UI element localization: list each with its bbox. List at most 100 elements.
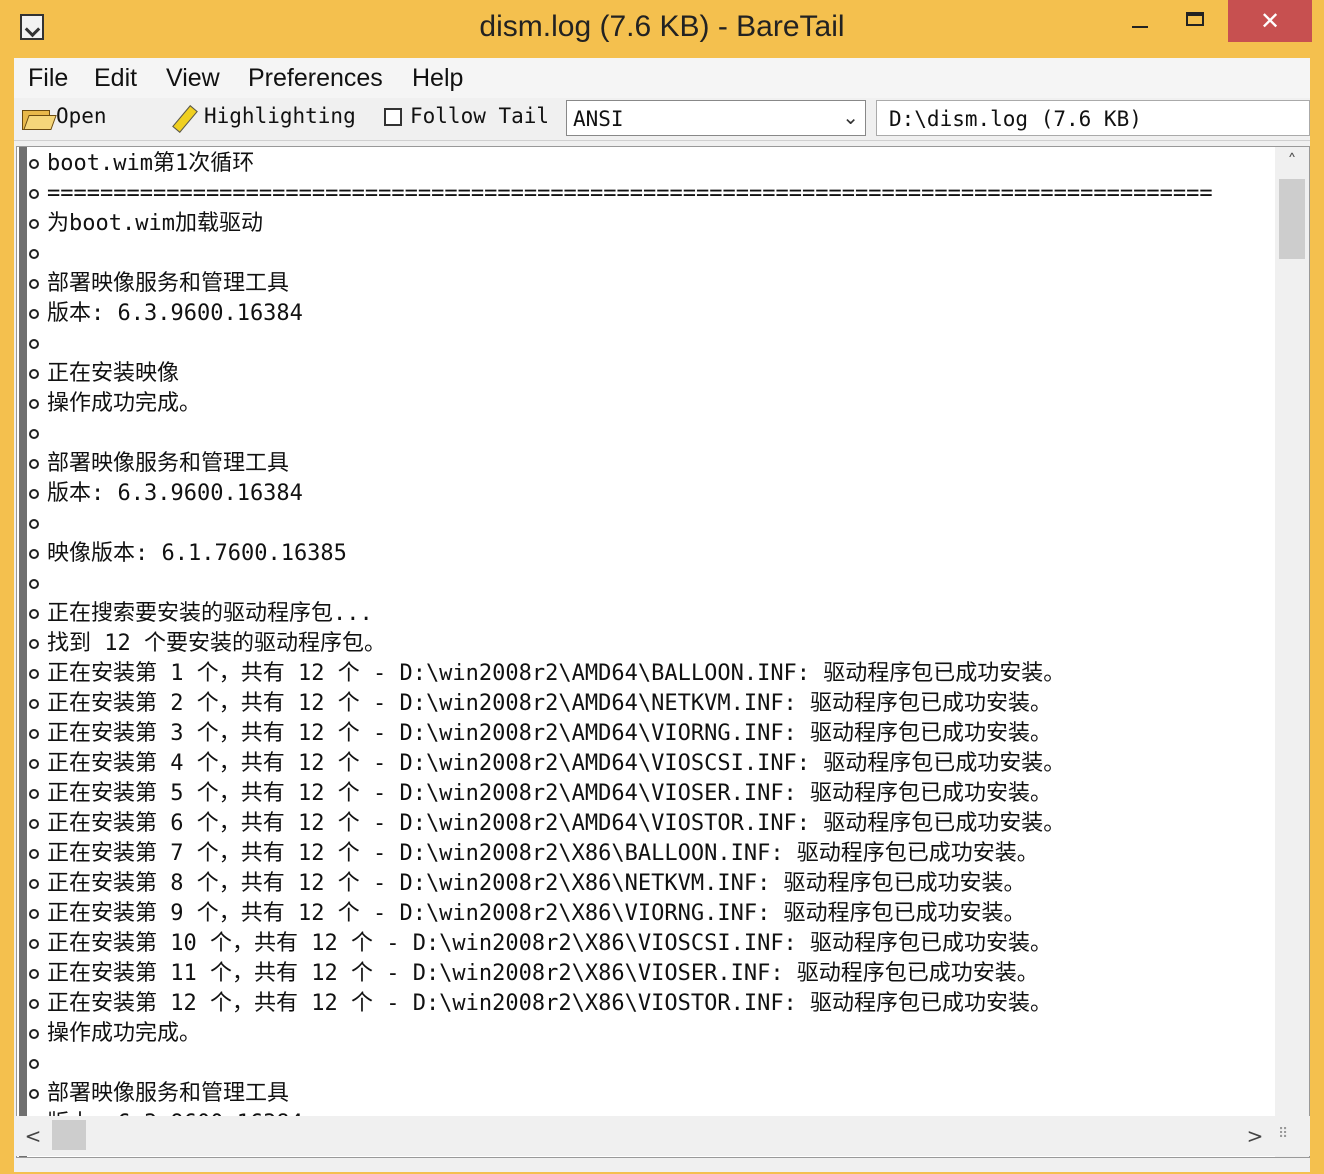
line-marker-icon[interactable] [29,1089,39,1099]
encoding-value: ANSI [573,107,624,131]
open-button[interactable]: Open [22,104,107,130]
menu-bar: File Edit View Preferences Help [14,58,1310,98]
scroll-left-icon[interactable]: < [16,1116,50,1156]
line-marker-icon[interactable] [29,429,39,439]
highlighting-button[interactable]: Highlighting [172,104,356,129]
file-path-field[interactable]: D:\dism.log (7.6 KB) [876,100,1310,136]
follow-tail-toggle[interactable]: Follow Tail [384,104,549,128]
log-line[interactable]: ========================================… [17,179,1275,209]
log-line[interactable]: 正在安装第 10 个，共有 12 个 - D:\win2008r2\X86\VI… [17,929,1275,959]
line-marker-icon[interactable] [29,399,39,409]
horizontal-scrollbar[interactable]: < > ⠿ [16,1116,1310,1156]
line-marker-icon[interactable] [29,369,39,379]
scroll-right-icon[interactable]: > [1238,1116,1272,1156]
log-line[interactable]: 正在安装第 11 个，共有 12 个 - D:\win2008r2\X86\VI… [17,959,1275,989]
line-marker-icon[interactable] [29,849,39,859]
line-marker-icon[interactable] [29,489,39,499]
log-line[interactable]: 正在安装第 8 个，共有 12 个 - D:\win2008r2\X86\NET… [17,869,1275,899]
line-marker-icon[interactable] [29,219,39,229]
log-line[interactable]: 正在安装第 9 个，共有 12 个 - D:\win2008r2\X86\VIO… [17,899,1275,929]
title-bar[interactable]: dism.log (7.6 KB) - BareTail ✕ [0,0,1324,58]
line-marker-icon[interactable] [29,1059,39,1069]
line-marker-icon[interactable] [29,249,39,259]
log-line[interactable]: 映像版本: 6.1.7600.16385 [17,539,1275,569]
log-line[interactable] [17,569,1275,599]
maximize-button[interactable] [1168,0,1224,40]
line-marker-icon[interactable] [29,549,39,559]
minimize-button[interactable] [1112,0,1168,40]
line-marker-icon[interactable] [29,579,39,589]
line-marker-icon[interactable] [29,279,39,289]
line-marker-icon[interactable] [29,999,39,1009]
vertical-scroll-thumb[interactable] [1279,179,1305,259]
line-marker-icon[interactable] [29,189,39,199]
open-label: Open [56,104,107,128]
line-marker-icon[interactable] [29,1029,39,1039]
vertical-scrollbar[interactable]: ˄ ˅ [1275,147,1309,1157]
log-line[interactable] [17,1049,1275,1079]
line-marker-icon[interactable] [29,759,39,769]
line-marker-icon[interactable] [29,939,39,949]
log-line[interactable]: 正在安装第 5 个，共有 12 个 - D:\win2008r2\AMD64\V… [17,779,1275,809]
log-line-text: 正在安装第 3 个，共有 12 个 - D:\win2008r2\AMD64\V… [47,721,1053,746]
line-marker-icon[interactable] [29,639,39,649]
menu-file[interactable]: File [28,64,68,93]
log-line[interactable]: 正在安装第 3 个，共有 12 个 - D:\win2008r2\AMD64\V… [17,719,1275,749]
line-marker-icon[interactable] [29,159,39,169]
line-marker-icon[interactable] [29,669,39,679]
log-line[interactable]: 正在安装第 7 个，共有 12 个 - D:\win2008r2\X86\BAL… [17,839,1275,869]
log-line-text: 找到 12 个要安装的驱动程序包。 [47,631,386,656]
log-line[interactable] [17,419,1275,449]
log-view[interactable]: boot.wim第1次循环 ===========================… [16,146,1310,1158]
menu-edit[interactable]: Edit [94,64,137,93]
log-line[interactable]: 操作成功完成。 [17,1019,1275,1049]
log-line[interactable]: 版本: 6.3.9600.16384 [17,479,1275,509]
log-line[interactable]: 正在安装映像 [17,359,1275,389]
log-line[interactable]: 为boot.wim加载驱动 [17,209,1275,239]
line-marker-icon[interactable] [29,909,39,919]
close-button[interactable]: ✕ [1228,0,1312,42]
baretail-window: dism.log (7.6 KB) - BareTail ✕ File Edit… [0,0,1324,1174]
menu-view[interactable]: View [166,64,220,93]
log-line-text: 操作成功完成。 [47,391,202,416]
log-line-text: 映像版本: 6.1.7600.16385 [47,541,347,566]
log-line[interactable]: 版本: 6.3.9600.16384 [17,299,1275,329]
log-line[interactable]: 正在安装第 2 个，共有 12 个 - D:\win2008r2\AMD64\N… [17,689,1275,719]
scroll-up-icon[interactable]: ˄ [1275,147,1309,177]
log-line[interactable]: 部署映像服务和管理工具 [17,449,1275,479]
log-line[interactable]: 正在搜索要安装的驱动程序包... [17,599,1275,629]
follow-tail-checkbox[interactable] [384,108,402,126]
line-marker-icon[interactable] [29,699,39,709]
line-marker-icon[interactable] [29,519,39,529]
resize-grip-icon[interactable]: ⠿ [1278,1126,1304,1152]
log-lines[interactable]: boot.wim第1次循环 ===========================… [17,147,1275,1157]
log-line[interactable]: 正在安装第 6 个，共有 12 个 - D:\win2008r2\AMD64\V… [17,809,1275,839]
encoding-select[interactable]: ANSI ⌄ [566,100,866,136]
log-line[interactable]: 部署映像服务和管理工具 [17,269,1275,299]
line-marker-icon[interactable] [29,729,39,739]
line-marker-icon[interactable] [29,879,39,889]
log-line[interactable]: 正在安装第 1 个，共有 12 个 - D:\win2008r2\AMD64\B… [17,659,1275,689]
line-marker-icon[interactable] [29,309,39,319]
log-line[interactable]: 部署映像服务和管理工具 [17,1079,1275,1109]
line-marker-icon[interactable] [29,609,39,619]
log-line[interactable]: 正在安装第 4 个，共有 12 个 - D:\win2008r2\AMD64\V… [17,749,1275,779]
log-line[interactable]: 找到 12 个要安装的驱动程序包。 [17,629,1275,659]
horizontal-scroll-thumb[interactable] [52,1120,86,1150]
menu-help[interactable]: Help [412,64,463,93]
line-marker-icon[interactable] [29,789,39,799]
menu-preferences[interactable]: Preferences [248,64,383,93]
chevron-down-icon[interactable]: ⌄ [842,105,859,129]
log-line[interactable] [17,239,1275,269]
line-marker-icon[interactable] [29,339,39,349]
log-line[interactable]: 正在安装第 12 个，共有 12 个 - D:\win2008r2\X86\VI… [17,989,1275,1019]
log-line-text: 操作成功完成。 [47,1021,202,1046]
line-marker-icon[interactable] [29,819,39,829]
highlighting-label: Highlighting [204,104,356,128]
log-line[interactable] [17,329,1275,359]
line-marker-icon[interactable] [29,459,39,469]
log-line[interactable]: boot.wim第1次循环 [17,149,1275,179]
log-line[interactable] [17,509,1275,539]
log-line[interactable]: 操作成功完成。 [17,389,1275,419]
line-marker-icon[interactable] [29,969,39,979]
